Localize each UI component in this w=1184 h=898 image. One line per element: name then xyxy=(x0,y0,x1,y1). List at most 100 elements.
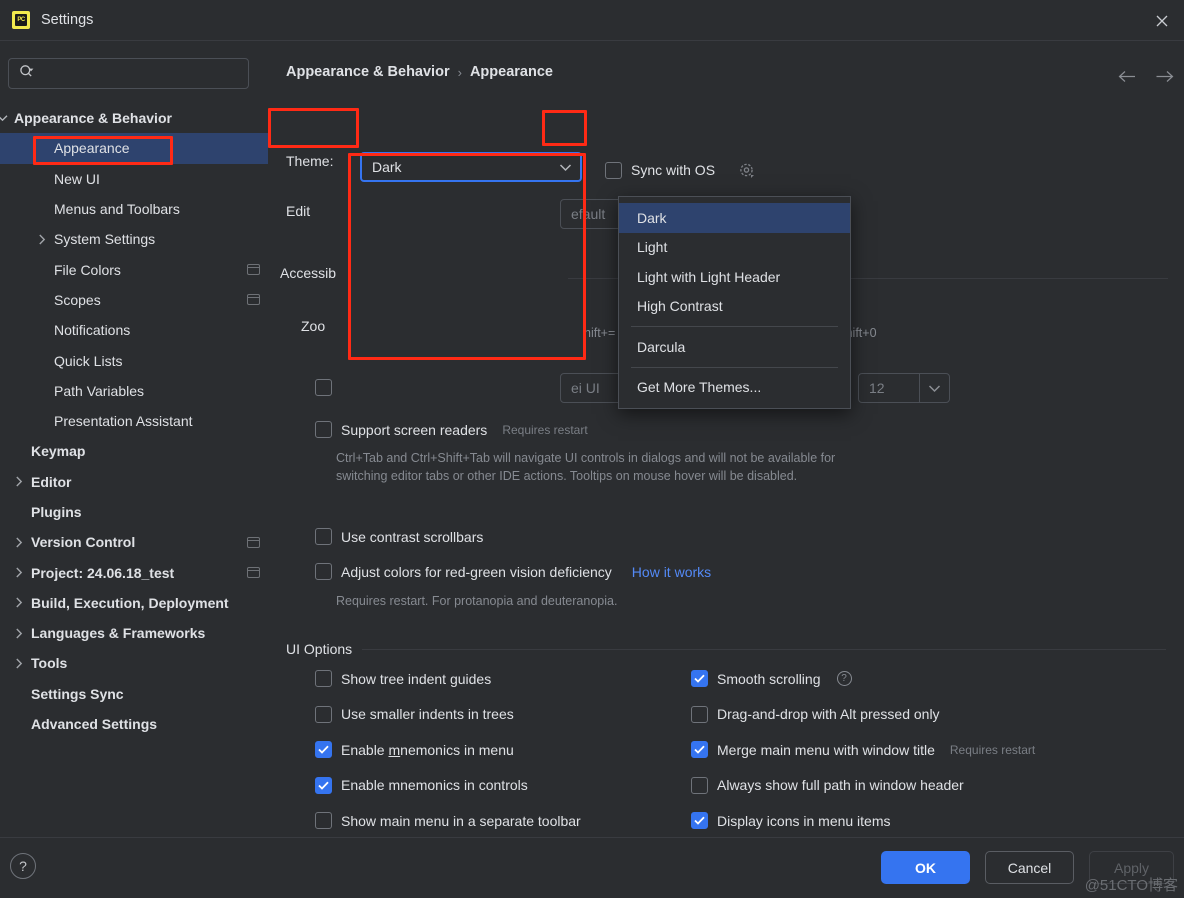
ui-option-checkbox[interactable] xyxy=(691,670,708,687)
gear-icon[interactable] xyxy=(736,160,756,180)
help-circle-icon[interactable]: ? xyxy=(836,671,852,686)
theme-row: Theme: xyxy=(286,153,333,169)
sidebar-item-label: Settings Sync xyxy=(31,685,124,702)
window-title: Settings xyxy=(41,12,94,28)
accessibility-option-row: Use contrast scrollbars xyxy=(315,528,483,545)
theme-option-dark[interactable]: Dark xyxy=(619,203,850,233)
breadcrumb-separator: › xyxy=(457,64,462,80)
sync-with-os-checkbox[interactable] xyxy=(605,161,622,179)
ui-option-row: Display icons in menu items xyxy=(691,812,891,830)
chevron-right-icon[interactable] xyxy=(11,565,27,581)
sidebar-item-editor[interactable]: Editor xyxy=(0,467,268,497)
sidebar-item-label: Build, Execution, Deployment xyxy=(31,594,229,611)
ui-option-label: Show main menu in a separate toolbar xyxy=(341,812,581,829)
sidebar-item-notifications[interactable]: Notifications xyxy=(0,315,268,345)
chevron-right-icon[interactable] xyxy=(11,625,27,641)
title-bar: PC Settings xyxy=(0,0,1184,41)
sidebar-item-file-colors[interactable]: File Colors xyxy=(0,254,268,284)
arrow-left-icon[interactable] xyxy=(1116,65,1138,87)
ui-option-checkbox[interactable] xyxy=(315,812,332,830)
ok-button[interactable]: OK xyxy=(881,851,970,884)
chevron-down-icon[interactable] xyxy=(919,374,949,402)
sidebar-item-appearance-behavior[interactable]: Appearance & Behavior xyxy=(0,103,268,133)
sidebar-item-quick-lists[interactable]: Quick Lists xyxy=(0,345,268,375)
sidebar-item-label: Project: 24.06.18_test xyxy=(31,564,175,581)
theme-option-get-more-themes[interactable]: Get More Themes... xyxy=(619,373,850,403)
sidebar-item-label: Appearance & Behavior xyxy=(14,110,172,127)
chevron-right-icon[interactable] xyxy=(11,595,27,611)
project-scope-icon xyxy=(247,536,260,548)
font-size-combobox[interactable]: 12 xyxy=(858,373,950,403)
sidebar-item-label: Notifications xyxy=(54,322,131,339)
ui-option-label: Always show full path in window header xyxy=(717,777,964,794)
section-divider xyxy=(362,648,1166,650)
project-scope-icon xyxy=(247,567,260,579)
theme-label: Theme: xyxy=(286,153,334,169)
sidebar-item-label: Plugins xyxy=(31,504,82,520)
chevron-right-icon[interactable] xyxy=(34,231,50,247)
theme-combobox[interactable]: Dark xyxy=(360,152,582,182)
chevron-down-icon[interactable] xyxy=(0,110,10,126)
sidebar-item-label: Editor xyxy=(31,473,72,490)
how-it-works-link[interactable]: How it works xyxy=(632,564,711,580)
search-input[interactable] xyxy=(35,59,248,88)
sidebar-item-new-ui[interactable]: New UI xyxy=(0,164,268,194)
sidebar-item-plugins[interactable]: Plugins xyxy=(0,497,268,527)
accessibility-option-description: Requires restart. For protanopia and deu… xyxy=(336,594,618,608)
help-button[interactable]: ? xyxy=(10,853,36,879)
sidebar-item-project-24-06-18-test[interactable]: Project: 24.06.18_test xyxy=(0,557,268,587)
sidebar-item-version-control[interactable]: Version Control xyxy=(0,527,268,557)
theme-combobox-value: Dark xyxy=(372,159,402,175)
ui-option-checkbox[interactable] xyxy=(315,741,332,759)
search-icon xyxy=(19,64,35,84)
sidebar-item-scopes[interactable]: Scopes xyxy=(0,285,268,315)
sidebar-item-languages-frameworks[interactable]: Languages & Frameworks xyxy=(0,618,268,648)
arrow-right-icon[interactable] xyxy=(1154,65,1176,87)
theme-option-high-contrast[interactable]: High Contrast xyxy=(619,292,850,322)
sidebar-item-settings-sync[interactable]: Settings Sync xyxy=(0,679,268,709)
breadcrumb-root[interactable]: Appearance & Behavior xyxy=(286,64,450,80)
ui-option-row: Merge main menu with window title Require… xyxy=(691,741,1035,759)
theme-option-light-with-light-header[interactable]: Light with Light Header xyxy=(619,262,850,292)
sidebar-item-presentation-assistant[interactable]: Presentation Assistant xyxy=(0,406,268,436)
ui-option-checkbox[interactable] xyxy=(691,812,708,830)
ui-option-checkbox[interactable] xyxy=(691,705,708,723)
cancel-button[interactable]: Cancel xyxy=(985,851,1074,884)
ui-option-label: Show tree indent guides xyxy=(341,670,492,687)
accessibility-option-checkbox[interactable] xyxy=(315,421,332,438)
ui-option-row: Smooth scrolling? xyxy=(691,670,852,687)
override-font-checkbox[interactable] xyxy=(315,379,332,396)
close-icon[interactable] xyxy=(1148,8,1176,33)
accessibility-option-row: Support screen readers Requires restart xyxy=(315,421,588,438)
sidebar-item-keymap[interactable]: Keymap xyxy=(0,436,268,466)
search-box[interactable] xyxy=(8,58,249,89)
ui-option-checkbox[interactable] xyxy=(315,670,332,687)
sidebar-item-advanced-settings[interactable]: Advanced Settings xyxy=(0,709,268,739)
sidebar-item-label: Presentation Assistant xyxy=(54,413,193,430)
accessibility-option-checkbox[interactable] xyxy=(315,528,332,545)
ui-option-checkbox[interactable] xyxy=(691,776,708,794)
sync-with-os-label: Sync with OS xyxy=(631,162,716,178)
ui-option-checkbox[interactable] xyxy=(315,776,332,794)
ui-option-label: Enable mnemonics in menu xyxy=(341,741,514,758)
ui-option-label: Merge main menu with window title xyxy=(717,741,935,758)
zoom-row-label: Zoo xyxy=(301,318,326,334)
sidebar-item-appearance[interactable]: Appearance xyxy=(0,133,268,164)
ui-options-title: UI Options xyxy=(286,641,353,657)
accessibility-section-label: Accessib xyxy=(280,265,337,281)
sidebar-item-menus-and-toolbars[interactable]: Menus and Toolbars xyxy=(0,194,268,224)
sidebar-item-system-settings[interactable]: System Settings xyxy=(0,224,268,254)
accessibility-option-checkbox[interactable] xyxy=(315,563,332,580)
sidebar-item-tools[interactable]: Tools xyxy=(0,648,268,678)
sidebar-item-build-execution-deployment[interactable]: Build, Execution, Deployment xyxy=(0,588,268,618)
chevron-right-icon[interactable] xyxy=(11,655,27,671)
chevron-right-icon[interactable] xyxy=(11,474,27,490)
theme-option-light[interactable]: Light xyxy=(619,233,850,263)
accessibility-option-label: Support screen readers xyxy=(341,421,488,438)
ui-option-checkbox[interactable] xyxy=(691,741,708,759)
sidebar-item-path-variables[interactable]: Path Variables xyxy=(0,376,268,406)
chevron-right-icon[interactable] xyxy=(11,534,27,550)
theme-option-darcula[interactable]: Darcula xyxy=(619,332,850,362)
chevron-down-icon[interactable] xyxy=(550,154,580,180)
ui-option-checkbox[interactable] xyxy=(315,705,332,723)
